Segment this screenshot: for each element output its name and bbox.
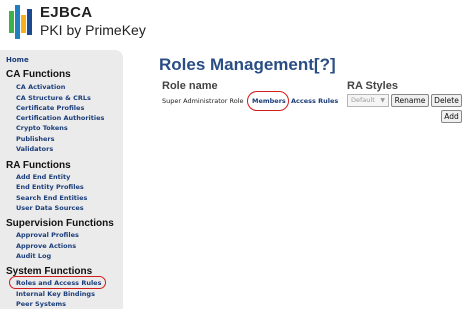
logo-text: EJBCA PKI by PrimeKey <box>40 4 146 39</box>
sidebar-item-approval-profiles[interactable]: Approval Profiles <box>16 231 79 239</box>
ejbca-logo-icon <box>9 5 32 39</box>
add-button[interactable]: Add <box>441 110 462 123</box>
chevron-down-icon: ▼ <box>380 97 385 104</box>
ra-style-select[interactable]: Default ▼ <box>347 94 389 107</box>
delete-button[interactable]: Delete <box>431 94 462 107</box>
members-link[interactable]: Members <box>252 97 286 105</box>
sidebar-section-ra-functions: RA Functions <box>6 160 71 171</box>
ra-style-selected-value: Default <box>351 96 375 104</box>
sidebar-item-approve-actions[interactable]: Approve Actions <box>16 242 76 250</box>
sidebar-item-user-data-sources[interactable]: User Data Sources <box>16 204 84 212</box>
brand-name: EJBCA <box>40 4 93 21</box>
sidebar-item-certification-authorities[interactable]: Certification Authorities <box>16 114 104 122</box>
sidebar-item-add-end-entity[interactable]: Add End Entity <box>16 173 70 181</box>
sidebar-section-supervision-functions: Supervision Functions <box>6 218 114 229</box>
sidebar-item-ca-structure-crls[interactable]: CA Structure & CRLs <box>16 94 91 102</box>
column-header-role-name: Role name <box>162 80 218 92</box>
rename-button[interactable]: Rename <box>391 94 429 107</box>
sidebar-section-ca-functions: CA Functions <box>6 69 71 80</box>
sidebar-item-ca-activation[interactable]: CA Activation <box>16 83 65 91</box>
header: EJBCA PKI by PrimeKey <box>0 0 474 50</box>
sidebar-item-crypto-tokens[interactable]: Crypto Tokens <box>16 124 68 132</box>
sidebar-item-end-entity-profiles[interactable]: End Entity Profiles <box>16 183 84 191</box>
brand-subtitle: PKI by PrimeKey <box>40 22 146 38</box>
sidebar-item-search-end-entities[interactable]: Search End Entities <box>16 194 87 202</box>
sidebar-item-internal-key-bindings[interactable]: Internal Key Bindings <box>16 290 95 298</box>
sidebar-item-publishers[interactable]: Publishers <box>16 135 54 143</box>
roles-highlight-outline <box>9 276 106 289</box>
page-title: Roles Management[?] <box>159 55 336 74</box>
role-name-cell: Super Administrator Role <box>162 97 244 105</box>
column-header-ra-styles: RA Styles <box>347 80 398 92</box>
sidebar-item-audit-log[interactable]: Audit Log <box>16 252 51 260</box>
sidebar-home-link[interactable]: Home <box>6 56 29 64</box>
sidebar-item-certificate-profiles[interactable]: Certificate Profiles <box>16 104 84 112</box>
sidebar-item-validators[interactable]: Validators <box>16 145 53 153</box>
access-rules-link[interactable]: Access Rules <box>291 97 338 105</box>
sidebar-item-peer-systems[interactable]: Peer Systems <box>16 300 66 308</box>
